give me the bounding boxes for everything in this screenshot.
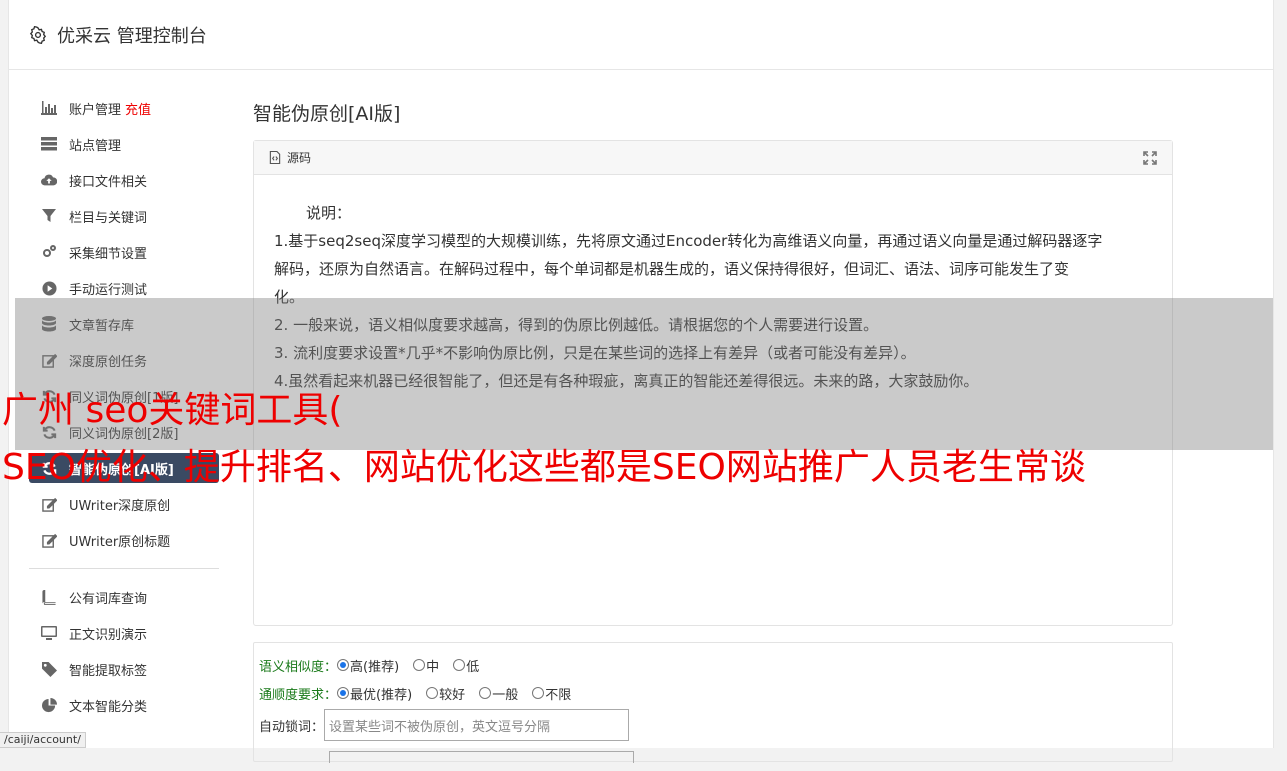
page-title: 智能伪原创[AI版] [253, 103, 401, 125]
overlay-headline: 广州 seo关键词工具( [2, 390, 343, 431]
radio-icon [453, 659, 466, 671]
lock-words-input[interactable]: 设置某些词不被伪原创，英文逗号分隔 [324, 709, 630, 741]
similarity-medium-radio[interactable]: 中 [413, 656, 439, 675]
similarity-high-radio[interactable]: 高(推荐) [337, 656, 399, 675]
sidebar-item-text-classify[interactable]: 文本智能分类 [29, 687, 219, 723]
radio-label: 中 [426, 659, 440, 675]
sidebar-item-label: UWriter原创标题 [69, 534, 171, 550]
radio-label: 最优(推荐) [350, 687, 413, 703]
tag-icon [41, 661, 57, 677]
sidebar-item-uwriter-title[interactable]: UWriter原创标题 [29, 522, 219, 558]
sidebar-item-label: 公有词库查询 [69, 591, 148, 607]
bar-chart-icon [41, 100, 57, 116]
extra-input[interactable] [329, 751, 634, 763]
source-code-icon [269, 151, 281, 164]
server-icon [41, 136, 57, 152]
radio-icon [413, 659, 426, 671]
sidebar-item-label: 文本智能分类 [69, 699, 148, 715]
fluency-best-radio[interactable]: 最优(推荐) [337, 684, 412, 703]
radio-label: 较好 [439, 687, 466, 703]
source-panel-header: 源码 [254, 141, 1172, 175]
radio-icon [337, 659, 350, 671]
similarity-row: 语义相似度： 高(推荐) 中 低 [259, 651, 1167, 679]
fluency-row: 通顺度要求： 最优(推荐) 较好 一般 不限 [259, 679, 1167, 707]
sidebar-item-label: 站点管理 [69, 138, 122, 154]
sidebar-item-label: 手动运行测试 [69, 282, 148, 298]
radio-label: 低 [466, 659, 480, 675]
similarity-low-radio[interactable]: 低 [453, 656, 479, 675]
status-bar-url: /caiji/account/ [0, 732, 86, 748]
sidebar-item-interface-files[interactable]: 接口文件相关 [29, 162, 219, 198]
sidebar-item-public-dictionary[interactable]: 公有词库查询 [29, 579, 219, 615]
sidebar-item-label: 账户管理 [69, 102, 122, 118]
sidebar-item-label: UWriter深度原创 [69, 498, 171, 514]
sidebar-item-columns-keywords[interactable]: 栏目与关键词 [29, 198, 219, 234]
cloud-upload-icon [41, 172, 57, 188]
radio-icon [479, 687, 492, 699]
sidebar-item-sites[interactable]: 站点管理 [29, 126, 219, 162]
sidebar-item-uwriter-deep[interactable]: UWriter深度原创 [29, 486, 219, 522]
sidebar-item-account[interactable]: 账户管理 充值 [29, 90, 219, 126]
app-title: 优采云 管理控制台 [57, 25, 207, 47]
fluency-good-radio[interactable]: 较好 [426, 684, 465, 703]
cogs-icon [41, 244, 57, 260]
sidebar-item-label: 正文识别演示 [69, 627, 148, 643]
sidebar-item-text-recognition[interactable]: 正文识别演示 [29, 615, 219, 651]
lock-words-row: 自动锁词： 设置某些词不被伪原创，英文逗号分隔 [259, 707, 1167, 743]
sidebar-item-label: 采集细节设置 [69, 246, 148, 262]
overlay-subheadline: SEO优化、提升排名、网站优化这些都是SEO网站推广人员老生常谈 [2, 447, 1086, 488]
lock-words-label: 自动锁词： [259, 719, 325, 735]
book-icon [41, 589, 57, 605]
sidebar-item-label: 接口文件相关 [69, 174, 148, 190]
notes-line: 解码，还原为自然语言。在解码过程中，每个单词都是机器生成的，语义保持得很好，但词… [274, 260, 1070, 278]
fullscreen-icon[interactable] [1143, 151, 1157, 165]
sidebar-divider [29, 568, 219, 569]
fluency-normal-radio[interactable]: 一般 [479, 684, 518, 703]
notes-heading: 说明： [306, 204, 352, 222]
notes-line: 1.基于seq2seq深度学习模型的大规模训练，先将原文通过Encoder转化为… [274, 232, 1103, 250]
radio-label: 高(推荐) [350, 659, 400, 675]
filter-icon [41, 208, 57, 224]
play-circle-icon [41, 280, 57, 296]
radio-icon [337, 687, 350, 699]
sidebar-item-extract-tags[interactable]: 智能提取标签 [29, 651, 219, 687]
second-input-row [259, 743, 1167, 771]
similarity-label: 语义相似度： [259, 659, 338, 675]
gear-icon [29, 25, 47, 44]
radio-icon [532, 687, 545, 699]
sidebar-item-collect-settings[interactable]: 采集细节设置 [29, 234, 219, 270]
sidebar-item-label: 栏目与关键词 [69, 210, 148, 226]
radio-label: 不限 [545, 687, 572, 703]
radio-label: 一般 [492, 687, 519, 703]
radio-icon [426, 687, 439, 699]
options-panel: 语义相似度： 高(推荐) 中 低 通顺度要求： 最优(推荐) 较好 一般 不限 … [253, 642, 1173, 763]
top-bar: 优采云 管理控制台 [9, 0, 1273, 70]
edit-icon [41, 532, 57, 548]
edit-icon [41, 496, 57, 512]
fluency-label: 通顺度要求： [259, 687, 338, 703]
fluency-any-radio[interactable]: 不限 [532, 684, 571, 703]
source-tab-label[interactable]: 源码 [287, 149, 311, 166]
recharge-link[interactable]: 充值 [125, 99, 151, 118]
pie-chart-icon [41, 697, 57, 713]
monitor-icon [41, 625, 57, 641]
sidebar-item-label: 智能提取标签 [69, 663, 148, 679]
